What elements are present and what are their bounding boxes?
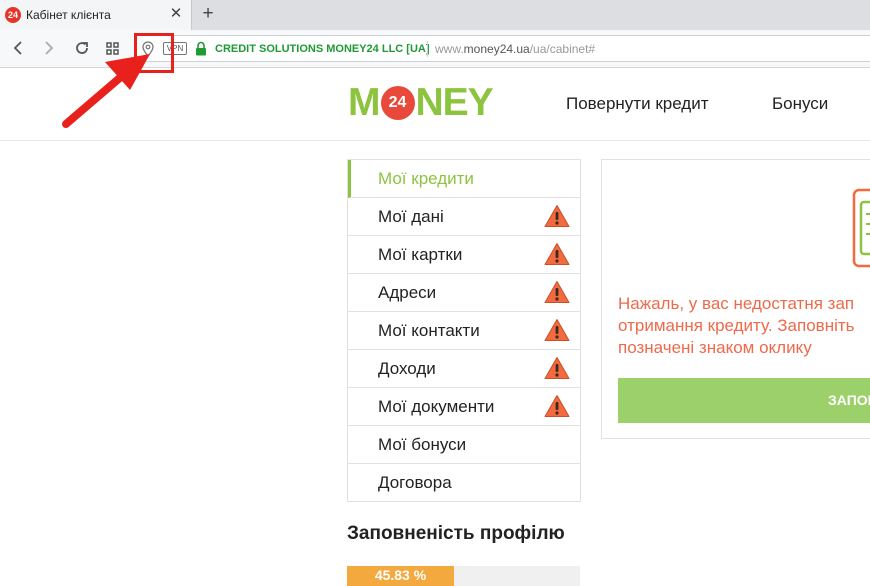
url-text[interactable]: www.money24.ua/ua/cabinet# [435, 42, 595, 56]
menu-item-my-documents[interactable]: Мої документи [348, 388, 580, 426]
address-bar[interactable]: VPN CREDIT SOLUTIONS MONEY24 LLC [UA] ww… [134, 35, 870, 62]
warning-icon [544, 205, 570, 227]
tab-title: Кабінет клієнта [26, 8, 111, 22]
menu-item-label: Мої документи [378, 397, 495, 416]
insufficient-data-card: Нажаль, у вас недостатня зап отримання к… [601, 159, 870, 439]
site-identity[interactable]: CREDIT SOLUTIONS MONEY24 LLC [UA] [215, 43, 430, 55]
back-icon[interactable] [8, 38, 28, 58]
menu-item-label: Адреси [378, 283, 437, 302]
menu-item-my-bonuses[interactable]: Мої бонуси [348, 426, 580, 464]
notice-line: Нажаль, у вас недостатня зап [618, 294, 855, 313]
warning-icon [544, 319, 570, 341]
tab-bar: 24 Кабінет клієнта ✕ + [0, 0, 870, 30]
document-form-icon [852, 188, 870, 268]
menu-item-label: Мої кредити [378, 169, 474, 188]
forward-icon[interactable] [39, 38, 59, 58]
menu-item-label: Договора [378, 473, 452, 492]
warning-icon [544, 281, 570, 303]
menu-item-my-contacts[interactable]: Мої контакти [348, 312, 580, 350]
money24-logo[interactable]: M 24 NEY [348, 81, 494, 124]
nav-bonuses[interactable]: Бонуси [772, 94, 828, 114]
progress-text: 45.83 % [374, 567, 427, 583]
menu-item-label: Мої дані [378, 207, 444, 226]
menu-item-label: Мої картки [378, 245, 463, 264]
warning-icon [544, 243, 570, 265]
warning-icon [544, 395, 570, 417]
logo-24-badge: 24 [380, 86, 415, 120]
notice-line: позначені знаком оклику [618, 338, 812, 357]
favicon-icon: 24 [5, 7, 21, 23]
logo-text-left: M [348, 81, 380, 124]
nav-repay-credit[interactable]: Повернути кредит [566, 94, 709, 114]
warning-icon [544, 357, 570, 379]
logo-text-right: NEY [415, 81, 494, 124]
speed-dial-icon[interactable] [103, 38, 123, 58]
fill-profile-button[interactable]: ЗАПОВ [618, 378, 870, 423]
annotation-highlight-box [134, 33, 174, 73]
menu-item-my-data[interactable]: Мої дані [348, 198, 580, 236]
url-divider [427, 41, 428, 57]
profile-completeness-title: Заповненість профілю [347, 523, 565, 544]
menu-item-label: Доходи [378, 359, 436, 378]
menu-item-label: Мої бонуси [378, 435, 467, 454]
site-header: M 24 NEY Повернути кредит Бонуси [0, 69, 870, 141]
menu-item-label: Мої контакти [378, 321, 480, 340]
profile-progress-bar: 45.83 % [347, 566, 580, 586]
browser-tab[interactable]: 24 Кабінет клієнта ✕ [0, 0, 192, 30]
notice-line: отримання кредиту. Заповніть [618, 316, 855, 335]
menu-item-my-credits[interactable]: Мої кредити [348, 160, 580, 198]
close-tab-icon[interactable]: ✕ [168, 6, 184, 22]
new-tab-button[interactable]: + [198, 4, 218, 24]
menu-item-income[interactable]: Доходи [348, 350, 580, 388]
cabinet-side-menu: Мої кредити Мої дані Мої картки Адреси М… [347, 159, 581, 502]
menu-item-contracts[interactable]: Договора [348, 464, 580, 502]
menu-item-addresses[interactable]: Адреси [348, 274, 580, 312]
browser-toolbar: VPN CREDIT SOLUTIONS MONEY24 LLC [UA] ww… [0, 30, 870, 68]
notice-message: Нажаль, у вас недостатня зап отримання к… [618, 293, 870, 359]
reload-icon[interactable] [72, 38, 92, 58]
lock-icon[interactable] [195, 41, 207, 56]
menu-item-my-cards[interactable]: Мої картки [348, 236, 580, 274]
